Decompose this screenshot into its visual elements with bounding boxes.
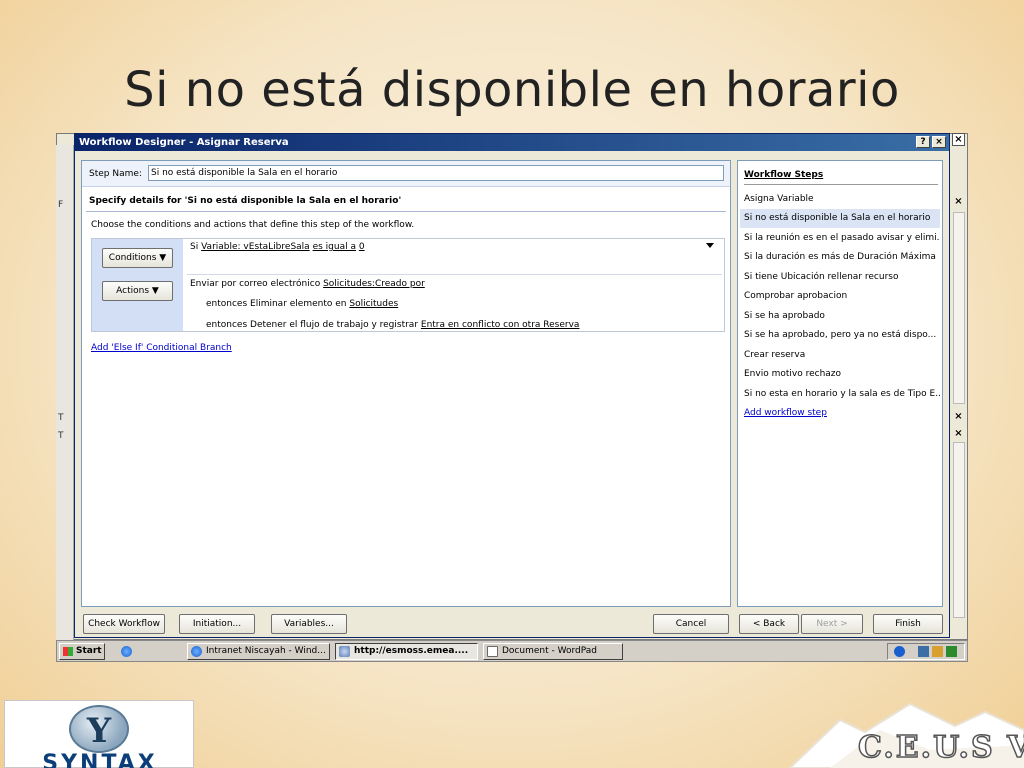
action-link[interactable]: Solicitudes <box>349 299 398 309</box>
ceus-wordmark: C.E.U.S VI <box>857 729 1024 766</box>
condition-line: Si Variable: vEstaLibreSala es igual a 0 <box>190 242 365 252</box>
taskbar: Start Intranet Niscayah - Wind... http:/… <box>56 640 968 662</box>
condition-divider <box>187 274 722 275</box>
bg-close-icon[interactable]: × <box>952 428 965 441</box>
bg-scrollbar[interactable] <box>953 442 965 618</box>
condition-value-link[interactable]: 0 <box>359 242 365 252</box>
workflow-designer-dialog: Workflow Designer - Asignar Reserva ? × … <box>74 133 950 638</box>
workflow-step-item[interactable]: Si se ha aprobado <box>740 307 940 326</box>
bg-left-label: T <box>58 431 64 441</box>
ceus-logo: C.E.U.S VI <box>770 690 1024 768</box>
workflow-steps-panel: Workflow Steps Asigna Variable Si no est… <box>737 160 943 607</box>
workflow-step-item[interactable]: Si no esta en horario y la sala es de Ti… <box>740 385 940 404</box>
dialog-title: Workflow Designer - Asignar Reserva <box>79 137 289 148</box>
check-workflow-button[interactable]: Check Workflow <box>83 614 165 634</box>
condition-operator-link[interactable]: es igual a <box>313 242 356 252</box>
conditions-button[interactable]: Conditions ▼ <box>102 248 173 268</box>
add-workflow-step-link[interactable]: Add workflow step <box>740 404 940 423</box>
taskbar-item-intranet[interactable]: Intranet Niscayah - Wind... <box>187 643 330 660</box>
workflow-step-item[interactable]: Envio motivo rechazo <box>740 365 940 384</box>
condition-action-block: Conditions ▼ Actions ▼ Si Variable: vEst… <box>91 238 725 332</box>
taskbar-item-esmoss[interactable]: http://esmoss.emea.... <box>335 643 478 660</box>
syntax-emblem: Y <box>69 705 129 753</box>
start-button[interactable]: Start <box>59 643 105 660</box>
condition-variable-link[interactable]: Variable: vEstaLibreSala <box>201 242 310 252</box>
workflow-step-item[interactable]: Asigna Variable <box>740 190 940 209</box>
step-name-row: Step Name: Si no está disponible la Sala… <box>82 161 730 187</box>
step-name-input[interactable]: Si no está disponible la Sala en el hora… <box>148 165 724 181</box>
workflow-step-item[interactable]: Si la duración es más de Duración Máxima <box>740 248 940 267</box>
syntax-mark: Y <box>86 711 112 751</box>
bg-close-icon[interactable]: × <box>952 411 965 424</box>
bg-close-icon[interactable]: × <box>952 133 965 146</box>
system-tray <box>887 643 965 660</box>
syntax-logo: Y SYNTAX <box>4 700 194 768</box>
bg-left-label: T <box>58 413 64 423</box>
workflow-step-item[interactable]: Comprobar aprobacion <box>740 287 940 306</box>
app-tray-icon[interactable] <box>946 646 957 657</box>
help-tray-icon[interactable] <box>894 646 905 657</box>
heading-divider <box>86 211 726 212</box>
workflow-step-item[interactable]: Si tiene Ubicación rellenar recurso <box>740 268 940 287</box>
dialog-titlebar[interactable]: Workflow Designer - Asignar Reserva ? × <box>75 134 949 151</box>
steps-header-divider <box>744 184 938 185</box>
add-else-if-link[interactable]: Add 'Else If' Conditional Branch <box>91 343 232 353</box>
bg-left-label: F <box>58 200 64 210</box>
bg-scrollbar[interactable] <box>953 212 965 404</box>
network-tray-icon[interactable] <box>918 646 929 657</box>
designer-icon <box>339 646 350 657</box>
workflow-steps-header: Workflow Steps <box>744 170 824 180</box>
bg-close-icon[interactable]: × <box>952 196 965 209</box>
action-link[interactable]: Solicitudes:Creado por <box>323 279 425 289</box>
action-text: entonces Detener el flujo de trabajo y r… <box>206 320 419 330</box>
next-button[interactable]: Next > <box>801 614 863 634</box>
close-button[interactable]: × <box>932 136 946 148</box>
help-button[interactable]: ? <box>916 136 930 148</box>
syntax-wordmark: SYNTAX <box>42 753 158 768</box>
slide-title: Si no está disponible en horario <box>124 62 900 118</box>
action-text: entonces Eliminar elemento en <box>206 299 347 309</box>
action-link[interactable]: Entra en conflicto con otra Reserva <box>421 320 580 330</box>
workflow-step-item[interactable]: Crear reserva <box>740 346 940 365</box>
condition-buttons-column: Conditions ▼ Actions ▼ <box>92 239 183 331</box>
action-line: Enviar por correo electrónico Solicitude… <box>190 279 425 289</box>
windows-logo-icon <box>63 647 73 656</box>
background-left-pane: F T T <box>56 145 74 640</box>
workflow-step-item[interactable]: Si la reunión es en el pasado avisar y e… <box>740 229 940 248</box>
ie-quicklaunch-icon[interactable] <box>121 646 132 657</box>
workflow-step-item-selected[interactable]: Si no está disponible la Sala en el hora… <box>740 209 940 228</box>
actions-button[interactable]: Actions ▼ <box>102 281 173 301</box>
finish-button[interactable]: Finish <box>873 614 943 634</box>
action-text: Enviar por correo electrónico <box>190 279 321 289</box>
action-line: entonces Eliminar elemento en Solicitude… <box>206 299 398 309</box>
security-tray-icon[interactable] <box>932 646 943 657</box>
wordpad-icon <box>487 646 498 657</box>
initiation-button[interactable]: Initiation... <box>179 614 255 634</box>
chevron-down-icon[interactable] <box>706 243 714 248</box>
choose-instructions: Choose the conditions and actions that d… <box>91 220 415 230</box>
back-button[interactable]: < Back <box>739 614 799 634</box>
condition-prefix: Si <box>190 242 199 252</box>
step-details-panel: Step Name: Si no está disponible la Sala… <box>81 160 731 607</box>
specify-heading: Specify details for 'Si no está disponib… <box>89 196 402 206</box>
cancel-button[interactable]: Cancel <box>653 614 729 634</box>
workflow-step-item[interactable]: Si se ha aprobado, pero ya no está dispo… <box>740 326 940 345</box>
variables-button[interactable]: Variables... <box>271 614 347 634</box>
step-name-label: Step Name: <box>89 169 142 179</box>
taskbar-item-wordpad[interactable]: Document - WordPad <box>483 643 623 660</box>
ie-icon <box>191 646 202 657</box>
action-line: entonces Detener el flujo de trabajo y r… <box>206 320 579 330</box>
